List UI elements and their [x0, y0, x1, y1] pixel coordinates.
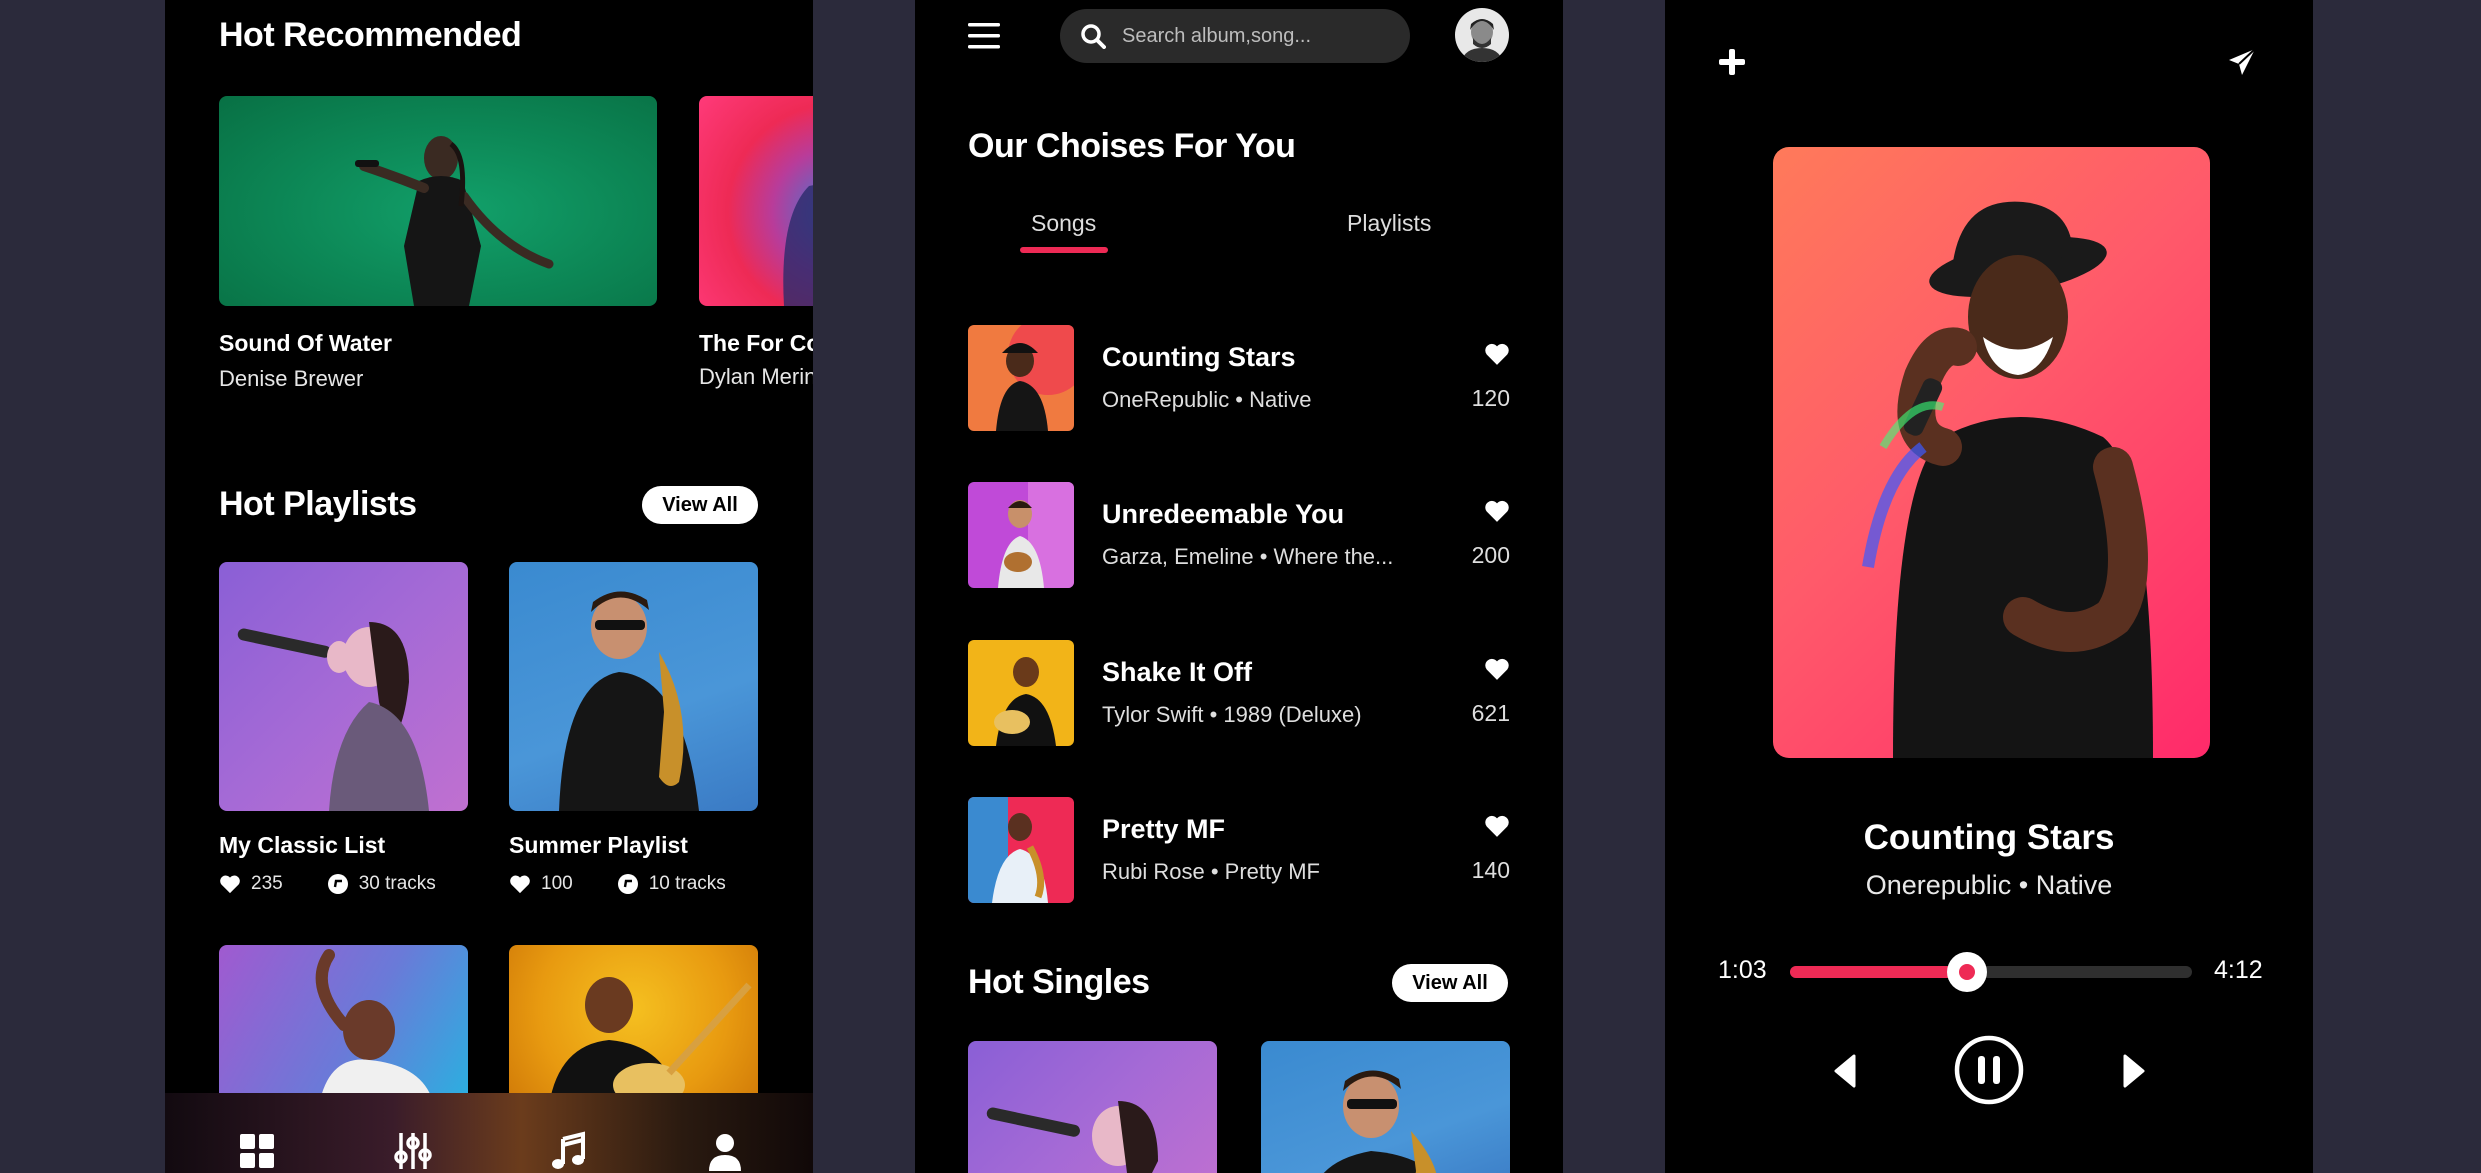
- section-title: Our Choises For You: [968, 127, 1296, 165]
- playlist-name: Summer Playlist: [509, 832, 688, 858]
- playlist-cover[interactable]: [219, 945, 468, 1105]
- song-row[interactable]: Pretty MF Rubi Rose • Pretty MF 140: [968, 797, 1510, 903]
- song-artist: Garza, Emeline • Where the...: [1102, 544, 1394, 569]
- heart-icon[interactable]: [1484, 814, 1510, 838]
- playlist-name: My Classic List: [219, 832, 386, 858]
- now-playing-subtitle: Onerepublic • Native: [1865, 870, 2113, 900]
- heart-icon[interactable]: [1484, 657, 1510, 681]
- grid-icon[interactable]: [237, 1131, 277, 1171]
- album-art: [1773, 147, 2210, 758]
- menu-icon[interactable]: [968, 22, 1002, 50]
- heart-icon: [220, 875, 240, 894]
- tab-songs[interactable]: Songs: [1031, 210, 1096, 237]
- playlist-tracks: 10 tracks: [648, 873, 726, 894]
- song-artist: Tylor Swift • 1989 (Deluxe): [1102, 702, 1362, 727]
- song-title: Shake It Off: [1102, 657, 1253, 687]
- song-thumbnail: [968, 797, 1074, 903]
- next-icon[interactable]: [2121, 1054, 2147, 1088]
- recommended-card-image[interactable]: [699, 96, 813, 306]
- playlist-meta: 235 30 tracks: [219, 873, 436, 895]
- singer-illustration: [355, 136, 554, 306]
- song-title: Unredeemable You: [1102, 499, 1345, 529]
- song-artist: Rubi Rose • Pretty MF: [1102, 859, 1320, 884]
- recommended-title: Sound Of Water: [219, 330, 392, 356]
- playlist-likes: 100: [541, 873, 573, 894]
- hot-playlists-title: Hot Playlists: [219, 485, 417, 523]
- song-row[interactable]: Unredeemable You Garza, Emeline • Where …: [968, 482, 1510, 588]
- song-thumbnail: [968, 482, 1074, 588]
- time-total: 4:12: [2214, 956, 2263, 984]
- heart-icon[interactable]: [1484, 342, 1510, 366]
- playlist-likes: 235: [251, 873, 283, 894]
- home-screen: Hot Recommended Sound Of Water Denise Br…: [165, 0, 813, 1173]
- pause-button[interactable]: [1954, 1035, 2024, 1105]
- view-all-button[interactable]: View All: [642, 486, 758, 524]
- heart-icon: [510, 875, 530, 894]
- view-all-button[interactable]: View All: [1392, 964, 1508, 1002]
- add-icon[interactable]: [1718, 48, 1746, 76]
- equalizer-icon[interactable]: [393, 1131, 433, 1171]
- recommended-title: The For Co: [699, 330, 813, 356]
- song-thumbnail: [968, 325, 1074, 431]
- playlist-cover[interactable]: [219, 562, 468, 811]
- hot-recommended-title: Hot Recommended: [219, 16, 522, 54]
- search-input[interactable]: [1120, 23, 1394, 49]
- active-tab-indicator: [1020, 247, 1108, 253]
- discover-screen: Our Choises For You Songs Playlists Coun…: [915, 0, 1563, 1173]
- previous-icon[interactable]: [1832, 1054, 1858, 1088]
- recommended-artist: Denise Brewer: [219, 366, 364, 391]
- send-icon[interactable]: [2227, 47, 2257, 77]
- song-artist: OneRepublic • Native: [1102, 387, 1312, 412]
- bottom-nav: [165, 1093, 813, 1173]
- playlist-cover[interactable]: [509, 562, 758, 811]
- song-title: Counting Stars: [1102, 342, 1296, 372]
- time-elapsed: 1:03: [1718, 956, 1767, 984]
- song-thumbnail: [968, 640, 1074, 746]
- playlist-tracks: 30 tracks: [358, 873, 436, 894]
- song-likes: 200: [1471, 542, 1510, 568]
- disc-icon: [327, 874, 348, 894]
- now-playing-screen: Counting Stars Onerepublic • Native 1:03…: [1665, 0, 2313, 1173]
- song-row[interactable]: Shake It Off Tylor Swift • 1989 (Deluxe)…: [968, 640, 1510, 746]
- heart-icon[interactable]: [1484, 499, 1510, 523]
- song-likes: 621: [1471, 700, 1510, 726]
- progress-thumb[interactable]: [1946, 952, 1987, 992]
- search-bar: [1060, 9, 1410, 63]
- recommended-card-image[interactable]: [219, 96, 657, 306]
- disc-icon: [617, 874, 638, 894]
- song-likes: 140: [1471, 857, 1510, 883]
- music-note-icon[interactable]: [549, 1131, 589, 1171]
- playlist-cover[interactable]: [509, 945, 758, 1105]
- progress-fill: [1790, 966, 1967, 978]
- now-playing-title: Counting Stars: [1863, 818, 2115, 857]
- search-icon: [1081, 24, 1106, 49]
- tab-playlists[interactable]: Playlists: [1347, 210, 1431, 237]
- playlist-meta: 100 10 tracks: [509, 873, 726, 895]
- user-icon[interactable]: [705, 1131, 745, 1171]
- hot-singles-title: Hot Singles: [968, 963, 1150, 1001]
- recommended-artist: Dylan Merin: [699, 364, 813, 389]
- single-cover[interactable]: [968, 1041, 1217, 1173]
- single-cover[interactable]: [1261, 1041, 1510, 1173]
- song-likes: 120: [1471, 385, 1510, 411]
- progress-track[interactable]: [1790, 952, 2192, 992]
- song-title: Pretty MF: [1102, 814, 1226, 844]
- song-row[interactable]: Counting Stars OneRepublic • Native 120: [968, 325, 1510, 431]
- avatar[interactable]: [1455, 8, 1509, 62]
